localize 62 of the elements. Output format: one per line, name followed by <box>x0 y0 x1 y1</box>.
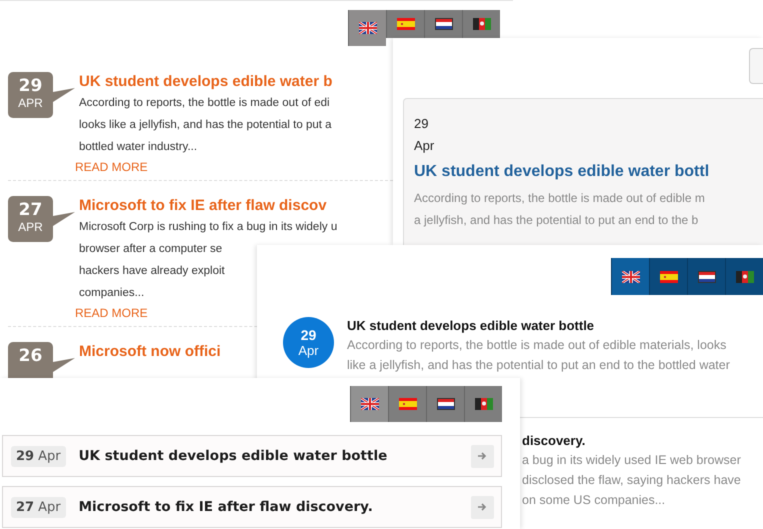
date-day: 26 <box>18 347 42 366</box>
arrow-right-icon <box>478 452 488 460</box>
date-day: 27 <box>16 500 34 514</box>
flag-icon <box>396 18 414 30</box>
flag-icon <box>622 270 640 282</box>
flag-icon <box>472 18 490 30</box>
read-more-link[interactable]: READ MORE <box>75 304 148 322</box>
language-button[interactable] <box>649 258 687 295</box>
language-button[interactable] <box>348 10 386 46</box>
excerpt-line: companies... <box>79 286 144 301</box>
flag-icon <box>736 270 754 282</box>
flag-icon <box>360 398 378 410</box>
flag-icon <box>358 22 376 34</box>
flag-icon <box>398 398 416 410</box>
excerpt-line: on some US companies... <box>522 492 666 509</box>
language-button[interactable] <box>687 258 725 295</box>
excerpt-line: a bug in its widely used IE web browser <box>522 452 741 469</box>
flag-icon <box>660 270 678 282</box>
date-month: APR <box>18 96 43 111</box>
read-more-link[interactable]: READ MORE <box>75 158 148 176</box>
article-row[interactable]: 29 Apr UK student develops edible water bottle <box>2 435 502 477</box>
excerpt-line: bottled water industry... <box>79 140 198 155</box>
language-button[interactable] <box>424 10 462 38</box>
excerpt-line: like a jellyfish, and has the potential to put an end to the bottled water <box>347 357 730 374</box>
article-row[interactable]: 27 Apr Microsoft to fix IE after flaw discovery. <box>2 486 502 528</box>
article-title-link[interactable]: Microsoft now offici <box>79 342 221 362</box>
flag-icon <box>434 18 452 30</box>
excerpt-line: Microsoft Corp is rushing to fix a bug in its widely u <box>79 220 338 235</box>
date-day: 29 <box>300 326 316 342</box>
article-title-link[interactable]: UK student develops edible water bottle <box>347 317 594 335</box>
excerpt-line: disclosed the flaw, saying hackers have <box>522 472 741 489</box>
article-title: Microsoft to fix IE after flaw discovery. <box>78 499 374 515</box>
arrow-button[interactable] <box>471 496 494 518</box>
excerpt-line: looks like a jellyfish, and has the potential to put a <box>79 118 332 133</box>
date-month: Apr <box>38 500 61 514</box>
article-title-link[interactable]: UK student develops edible water bottl <box>414 157 710 187</box>
article-title-link[interactable]: discovery. <box>522 432 586 450</box>
language-button[interactable] <box>350 386 388 422</box>
arrow-button[interactable] <box>471 444 494 468</box>
date-month: APR <box>18 220 43 235</box>
excerpt-line: a jellyfish, and has the potential to put an end to the b <box>414 212 698 229</box>
excerpt-line: According to reports, the bottle is made out of edi <box>79 96 330 111</box>
date-day: 29 <box>414 113 428 135</box>
flag-icon <box>474 398 492 410</box>
excerpt-line: According to reports, the bottle is made out of edible materials, looks <box>347 337 726 354</box>
date-month: Apr <box>298 342 319 358</box>
flag-icon <box>698 270 716 282</box>
language-button[interactable] <box>426 386 464 422</box>
excerpt-line: hackers have already exploit <box>79 264 225 279</box>
article-title-link[interactable]: Microsoft to fix IE after flaw discov <box>79 196 327 216</box>
date-day: 27 <box>18 201 42 220</box>
language-button[interactable] <box>611 258 649 295</box>
excerpt-line: browser after a computer se <box>79 242 222 257</box>
date-day: 29 <box>16 448 34 464</box>
date-day: 29 <box>18 77 42 96</box>
article-title-link[interactable]: UK student develops edible water b <box>79 72 332 92</box>
excerpt-line: According to reports, the bottle is made out of edible m <box>414 190 705 207</box>
date-month: Apr <box>38 448 61 464</box>
article-title: UK student develops edible water bottle <box>78 448 388 464</box>
flag-icon <box>436 398 454 410</box>
arrow-right-icon <box>478 503 488 511</box>
date-month: Apr <box>414 137 434 155</box>
